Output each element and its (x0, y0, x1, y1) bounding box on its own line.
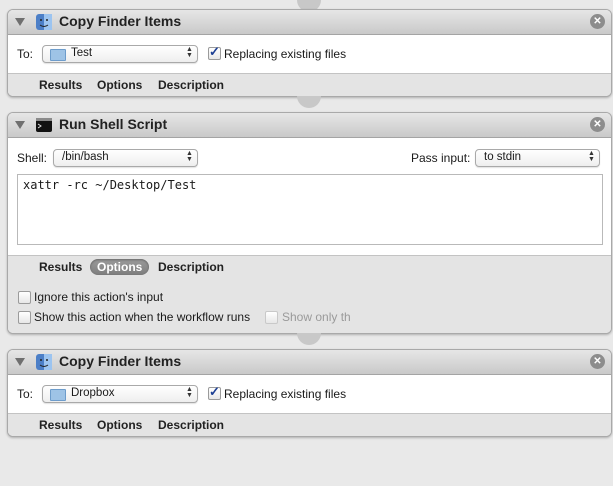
popup-arrows-icon: ▲ ▼ (186, 46, 193, 59)
shell-popup[interactable]: /bin/bash ▲ ▼ (53, 149, 198, 167)
replacing-existing-checkbox[interactable] (208, 44, 221, 60)
action-header[interactable]: Run Shell Script ✕ (8, 113, 611, 138)
to-label: To: (17, 387, 34, 401)
action-footer: Results Options Description (8, 73, 611, 96)
action-footer: Results Options Description (8, 255, 611, 279)
tab-description[interactable]: Description (151, 77, 231, 93)
pass-input-label: Pass input: (411, 151, 471, 165)
replacing-existing-checkbox[interactable] (208, 384, 221, 400)
pass-input-value: to stdin (484, 151, 522, 163)
destination-popup[interactable]: Test ▲ ▼ (42, 45, 198, 63)
ignore-input-checkbox[interactable] (18, 291, 31, 304)
tab-results[interactable]: Results (32, 77, 89, 93)
action-footer: Results Options Description (8, 413, 611, 436)
show-when-runs-checkbox[interactable] (18, 311, 31, 324)
finder-icon (36, 14, 52, 30)
action-copy-finder-items-2: Copy Finder Items ✕ To: Dropbox ▲▼ Repla… (7, 349, 612, 437)
close-icon[interactable]: ✕ (590, 14, 605, 29)
folder-icon (50, 49, 66, 61)
tab-results[interactable]: Results (32, 259, 89, 275)
destination-popup[interactable]: Dropbox ▲ ▼ (42, 385, 198, 403)
replacing-existing-label: Replacing existing files (224, 47, 347, 61)
script-editor[interactable]: xattr -rc ~/Desktop/Test (17, 174, 603, 245)
show-when-runs-label: Show this action when the workflow runs (34, 310, 251, 324)
popup-arrows-icon: ▲ ▼ (186, 386, 193, 399)
action-copy-finder-items-1: Copy Finder Items ✕ To: Test ▲▼ Replacin… (7, 9, 612, 97)
action-header[interactable]: Copy Finder Items ✕ (8, 10, 611, 35)
ignore-input-label: Ignore this action's input (34, 290, 164, 304)
script-text: xattr -rc ~/Desktop/Test (23, 178, 197, 192)
popup-arrows-icon: ▲ ▼ (186, 150, 193, 163)
show-only-checkbox[interactable] (265, 311, 278, 324)
close-icon[interactable]: ✕ (590, 117, 605, 132)
action-connector (297, 96, 321, 108)
action-run-shell-script: Run Shell Script ✕ Shell: /bin/bash ▲ ▼ P… (7, 112, 612, 334)
action-title: Run Shell Script (59, 116, 168, 132)
destination-value: Test (71, 47, 93, 59)
tab-description[interactable]: Description (151, 259, 231, 275)
options-panel: Ignore this action's input Show this act… (8, 278, 611, 333)
tab-results[interactable]: Results (32, 417, 89, 433)
destination-value: Dropbox (71, 387, 115, 399)
dropbox-folder-icon (50, 389, 66, 401)
action-connector (297, 333, 321, 345)
tab-options[interactable]: Options (90, 259, 150, 275)
action-title: Copy Finder Items (59, 353, 182, 369)
action-header[interactable]: Copy Finder Items ✕ (8, 350, 611, 375)
to-label: To: (17, 47, 34, 61)
replacing-existing-label: Replacing existing files (224, 387, 347, 401)
disclosure-triangle-icon[interactable] (15, 358, 25, 366)
disclosure-triangle-icon[interactable] (15, 121, 25, 129)
disclosure-triangle-icon[interactable] (15, 18, 25, 26)
show-only-label: Show only th (282, 310, 351, 324)
close-icon[interactable]: ✕ (590, 354, 605, 369)
popup-arrows-icon: ▲ ▼ (588, 150, 595, 163)
shell-value: /bin/bash (62, 151, 109, 163)
tab-description[interactable]: Description (151, 417, 231, 433)
finder-icon (36, 354, 52, 370)
tab-options[interactable]: Options (90, 77, 149, 93)
terminal-icon (36, 118, 52, 132)
shell-label: Shell: (17, 151, 48, 165)
action-title: Copy Finder Items (59, 13, 182, 29)
pass-input-popup[interactable]: to stdin ▲ ▼ (475, 149, 600, 167)
tab-options[interactable]: Options (90, 417, 149, 433)
